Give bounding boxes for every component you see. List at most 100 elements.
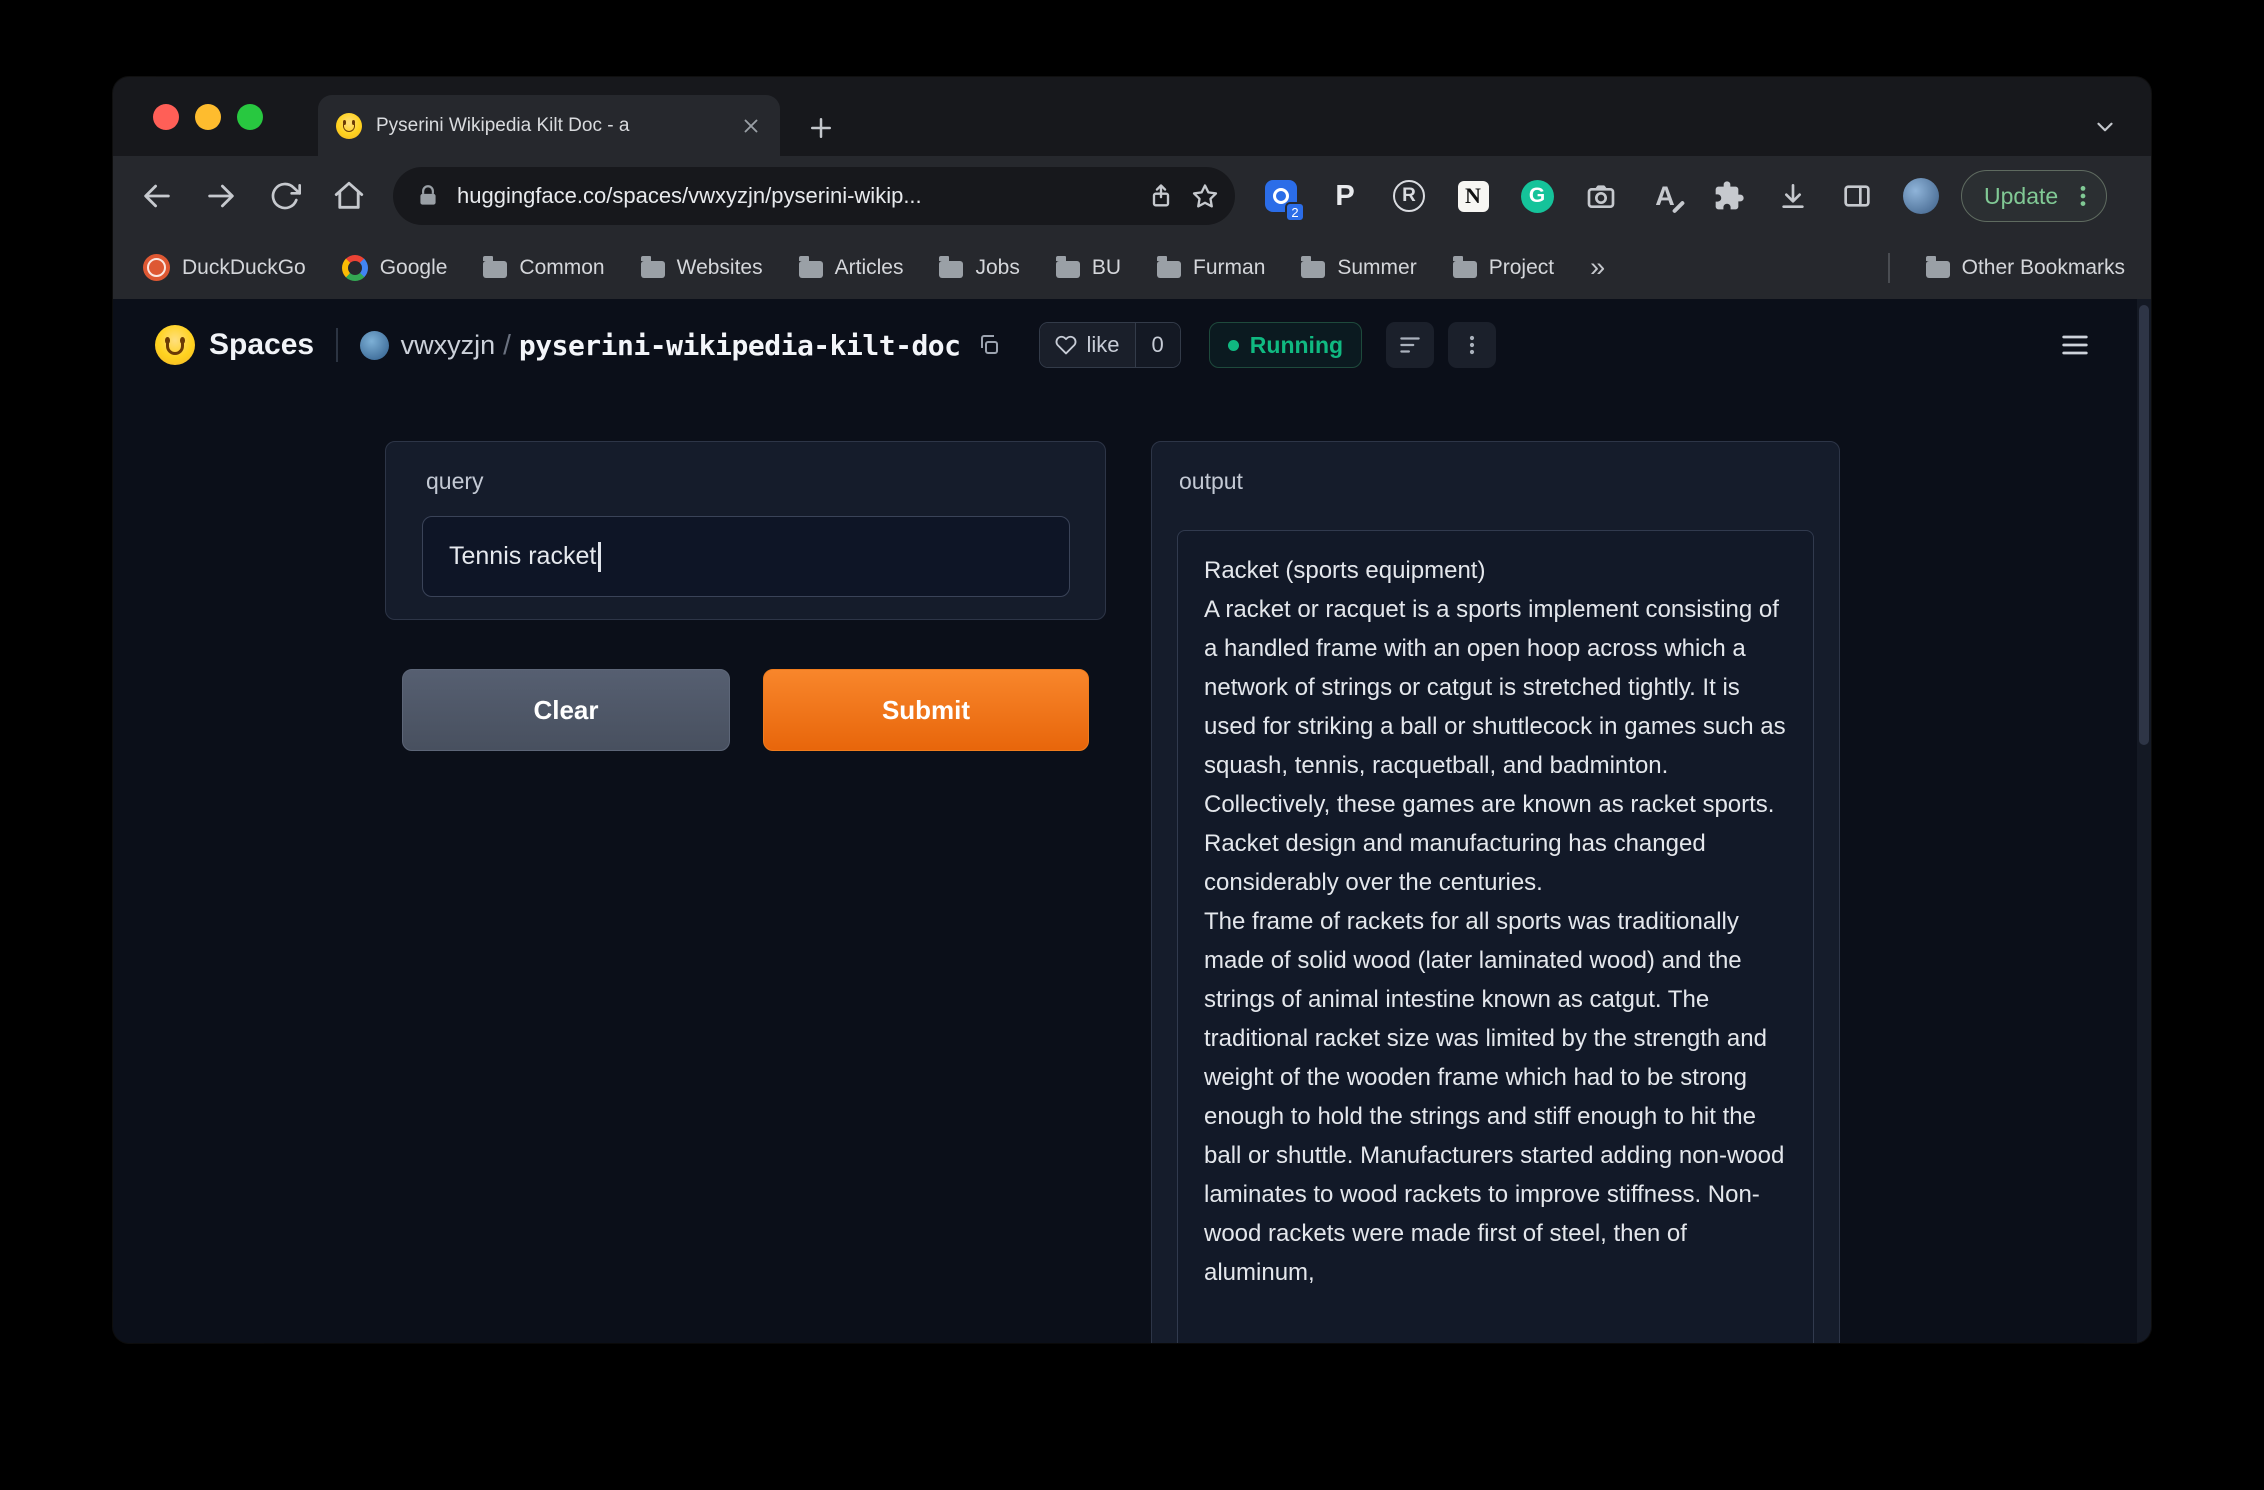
browser-tab[interactable]: Pyserini Wikipedia Kilt Doc - a	[318, 95, 780, 156]
status-label: Running	[1250, 332, 1343, 359]
side-panel-icon[interactable]	[1835, 174, 1879, 218]
bookmark-label: Jobs	[975, 256, 1019, 280]
bookmark-star-icon[interactable]	[1191, 182, 1219, 210]
notion-extension-icon[interactable]: N	[1451, 174, 1495, 218]
downloads-icon[interactable]	[1771, 174, 1815, 218]
bookmark-label: Websites	[677, 256, 763, 280]
folder-icon	[939, 261, 963, 278]
browser-toolbar: huggingface.co/spaces/vwxyzjn/pyserini-w…	[113, 156, 2151, 236]
bookmarks-overflow-chevron[interactable]: »	[1590, 252, 1605, 283]
bookmark-label: Common	[519, 256, 604, 280]
bookmark-folder-furman[interactable]: Furman	[1157, 256, 1265, 280]
folder-icon	[1926, 261, 1950, 278]
folder-icon	[799, 261, 823, 278]
bookmark-label: DuckDuckGo	[182, 256, 306, 280]
page-scrollbar-thumb[interactable]	[2139, 305, 2149, 745]
browser-profile-avatar[interactable]	[1899, 174, 1943, 218]
query-panel: query Tennis racket	[385, 441, 1106, 620]
update-button[interactable]: Update	[1961, 170, 2107, 222]
folder-icon	[1056, 261, 1080, 278]
like-count[interactable]: 0	[1135, 323, 1180, 367]
bookmark-duckduckgo[interactable]: DuckDuckGo	[143, 254, 306, 281]
heart-icon	[1055, 334, 1077, 356]
bookmark-folder-jobs[interactable]: Jobs	[939, 256, 1019, 280]
minimize-window-button[interactable]	[195, 104, 221, 130]
owner-name[interactable]: vwxyzjn	[401, 330, 496, 361]
bookmark-google[interactable]: Google	[342, 255, 448, 281]
bookmarks-bar: DuckDuckGo Google Common Websites Articl…	[113, 236, 2151, 299]
path-slash: /	[503, 329, 511, 361]
close-window-button[interactable]	[153, 104, 179, 130]
tab-strip: Pyserini Wikipedia Kilt Doc - a	[113, 77, 2151, 156]
bookmark-label: Articles	[835, 256, 904, 280]
url-text: huggingface.co/spaces/vwxyzjn/pyserini-w…	[457, 183, 1131, 209]
extensions-puzzle-icon[interactable]	[1707, 174, 1751, 218]
p-extension-icon[interactable]: P	[1323, 174, 1367, 218]
font-extension-icon[interactable]: A	[1643, 174, 1687, 218]
sort-lines-icon	[1397, 332, 1423, 358]
bookmark-folder-project[interactable]: Project	[1453, 256, 1554, 280]
r-extension-icon[interactable]: R	[1387, 174, 1431, 218]
home-button[interactable]	[325, 172, 373, 220]
like-label: like	[1087, 332, 1120, 358]
folder-icon	[483, 261, 507, 278]
grammarly-extension-icon[interactable]: G	[1515, 174, 1559, 218]
forward-button[interactable]	[197, 172, 245, 220]
browser-window: Pyserini Wikipedia Kilt Doc - a	[113, 77, 2151, 1343]
new-tab-button[interactable]	[801, 108, 841, 148]
duckduckgo-icon	[143, 254, 170, 281]
bookmark-folder-websites[interactable]: Websites	[641, 256, 763, 280]
bookmarks-divider	[1888, 253, 1890, 283]
clear-button[interactable]: Clear	[402, 669, 730, 751]
output-textbox[interactable]: Racket (sports equipment) A racket or ra…	[1177, 530, 1814, 1343]
page-scrollbar[interactable]	[2137, 299, 2151, 1343]
spaces-brand[interactable]: Spaces	[209, 328, 314, 362]
output-paragraph: Racket (sports equipment)	[1204, 551, 1787, 590]
kebab-menu-icon	[1460, 333, 1484, 357]
query-label: query	[426, 468, 484, 495]
hamburger-menu-icon[interactable]	[2059, 329, 2091, 361]
output-label: output	[1179, 468, 1243, 495]
submit-button[interactable]: Submit	[763, 669, 1089, 751]
output-paragraph: The frame of rackets for all sports was …	[1204, 902, 1787, 1292]
bookmark-folder-summer[interactable]: Summer	[1301, 256, 1416, 280]
space-name[interactable]: pyserini-wikipedia-kilt-doc	[519, 329, 961, 362]
bookmark-label: Project	[1489, 256, 1554, 280]
folder-icon	[1157, 261, 1181, 278]
like-button[interactable]: like 0	[1039, 322, 1181, 368]
header-divider	[336, 328, 338, 362]
bookmark-folder-bu[interactable]: BU	[1056, 256, 1121, 280]
owner-avatar[interactable]	[360, 331, 389, 360]
google-icon	[342, 255, 368, 281]
share-icon[interactable]	[1147, 182, 1175, 210]
output-panel: output Racket (sports equipment) A racke…	[1151, 441, 1840, 1343]
kebab-menu-icon[interactable]	[2070, 183, 2096, 209]
camera-extension-icon[interactable]	[1579, 174, 1623, 218]
huggingface-logo	[155, 325, 195, 365]
bookmark-folder-articles[interactable]: Articles	[799, 256, 904, 280]
query-input[interactable]: Tennis racket	[422, 516, 1070, 597]
back-button[interactable]	[133, 172, 181, 220]
space-menu-button[interactable]	[1448, 322, 1496, 368]
close-tab-icon[interactable]	[740, 115, 762, 137]
folder-icon	[1301, 261, 1325, 278]
tab-search-chevron-icon[interactable]	[2085, 107, 2125, 147]
bookmark-label: Summer	[1337, 256, 1416, 280]
bookmark-label: BU	[1092, 256, 1121, 280]
tab-title: Pyserini Wikipedia Kilt Doc - a	[376, 115, 726, 137]
text-caret	[598, 542, 601, 572]
reload-button[interactable]	[261, 172, 309, 220]
copy-icon[interactable]	[977, 333, 1001, 357]
lock-icon	[415, 183, 441, 209]
password-extension-icon[interactable]: 2	[1259, 174, 1303, 218]
address-bar[interactable]: huggingface.co/spaces/vwxyzjn/pyserini-w…	[393, 167, 1235, 225]
zoom-window-button[interactable]	[237, 104, 263, 130]
query-value: Tennis racket	[449, 542, 596, 571]
other-bookmarks[interactable]: Other Bookmarks	[1926, 256, 2125, 280]
folder-icon	[641, 261, 665, 278]
bookmark-folder-common[interactable]: Common	[483, 256, 604, 280]
spaces-header: Spaces vwxyzjn / pyserini-wikipedia-kilt…	[113, 299, 2151, 391]
extension-badge: 2	[1285, 202, 1305, 222]
logs-button[interactable]	[1386, 322, 1434, 368]
status-badge[interactable]: Running	[1209, 322, 1362, 368]
